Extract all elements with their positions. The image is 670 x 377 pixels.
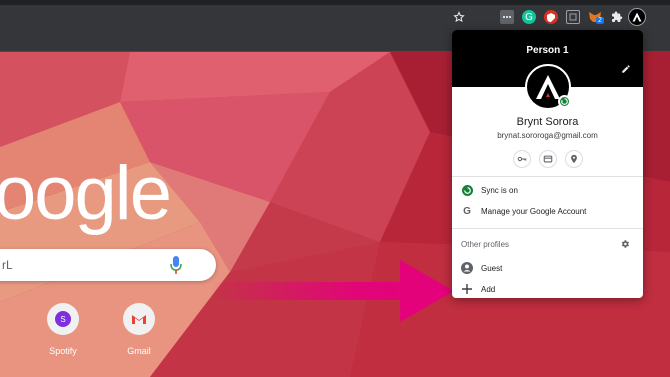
other-profiles-label: Other profiles [461, 240, 510, 249]
google-g-icon: G [463, 205, 471, 217]
menu-divider [452, 176, 643, 177]
tab-strip [0, 0, 670, 5]
shortcut-label: Spotify [49, 346, 77, 356]
profile-avatar-icon[interactable] [628, 8, 646, 26]
profile-menu: Person 1 Brynt Sorora brynat.sororoga@gm… [452, 30, 643, 298]
star-icon[interactable] [452, 10, 466, 24]
search-input[interactable]: rL [2, 258, 13, 272]
gmail-icon [123, 303, 155, 335]
grammarly-icon[interactable]: G [522, 10, 536, 24]
add-label: Add [481, 284, 496, 294]
sync-icon [461, 184, 473, 196]
manage-account-row[interactable]: G Manage your Google Account [461, 203, 586, 219]
search-box[interactable]: rL [0, 249, 216, 281]
edit-icon[interactable] [621, 64, 631, 74]
shortcut-label: Gmail [127, 346, 151, 356]
profile-name: Brynt Sorora [516, 116, 579, 128]
metamask-icon[interactable]: 2 [588, 10, 604, 24]
gear-icon[interactable] [620, 239, 630, 249]
shortcut-gmail[interactable]: Gmail [109, 303, 169, 356]
extension-dots-icon[interactable] [500, 10, 514, 24]
key-icon[interactable] [513, 150, 531, 168]
sync-label: Sync is on [481, 185, 518, 195]
shortcut-spotify[interactable]: S Spotify [33, 303, 93, 356]
sync-row[interactable]: Sync is on [461, 182, 518, 198]
guest-label: Guest [481, 263, 503, 273]
add-profile-row[interactable]: Add [461, 281, 495, 297]
guest-profile-row[interactable]: Guest [461, 260, 502, 276]
card-icon[interactable] [539, 150, 557, 168]
browser-toolbar: G 2 [0, 0, 670, 34]
person-icon [461, 262, 473, 274]
plus-icon [461, 283, 473, 295]
google-logo: oogle [0, 151, 172, 236]
manage-account-label: Manage your Google Account [481, 206, 587, 216]
menu-divider [452, 228, 643, 229]
location-icon[interactable] [565, 150, 583, 168]
extension-red-icon[interactable] [544, 10, 558, 24]
puzzle-icon[interactable] [610, 10, 624, 24]
spotify-icon: S [47, 303, 79, 335]
extension-gray-icon[interactable] [566, 10, 580, 24]
profile-title: Person 1 [526, 45, 569, 56]
profile-email: brynat.sororoga@gmail.com [497, 131, 598, 140]
sync-badge-icon [558, 95, 571, 108]
metamask-badge: 2 [596, 17, 604, 24]
pointer-arrow [210, 260, 454, 322]
microphone-icon[interactable] [170, 256, 182, 274]
